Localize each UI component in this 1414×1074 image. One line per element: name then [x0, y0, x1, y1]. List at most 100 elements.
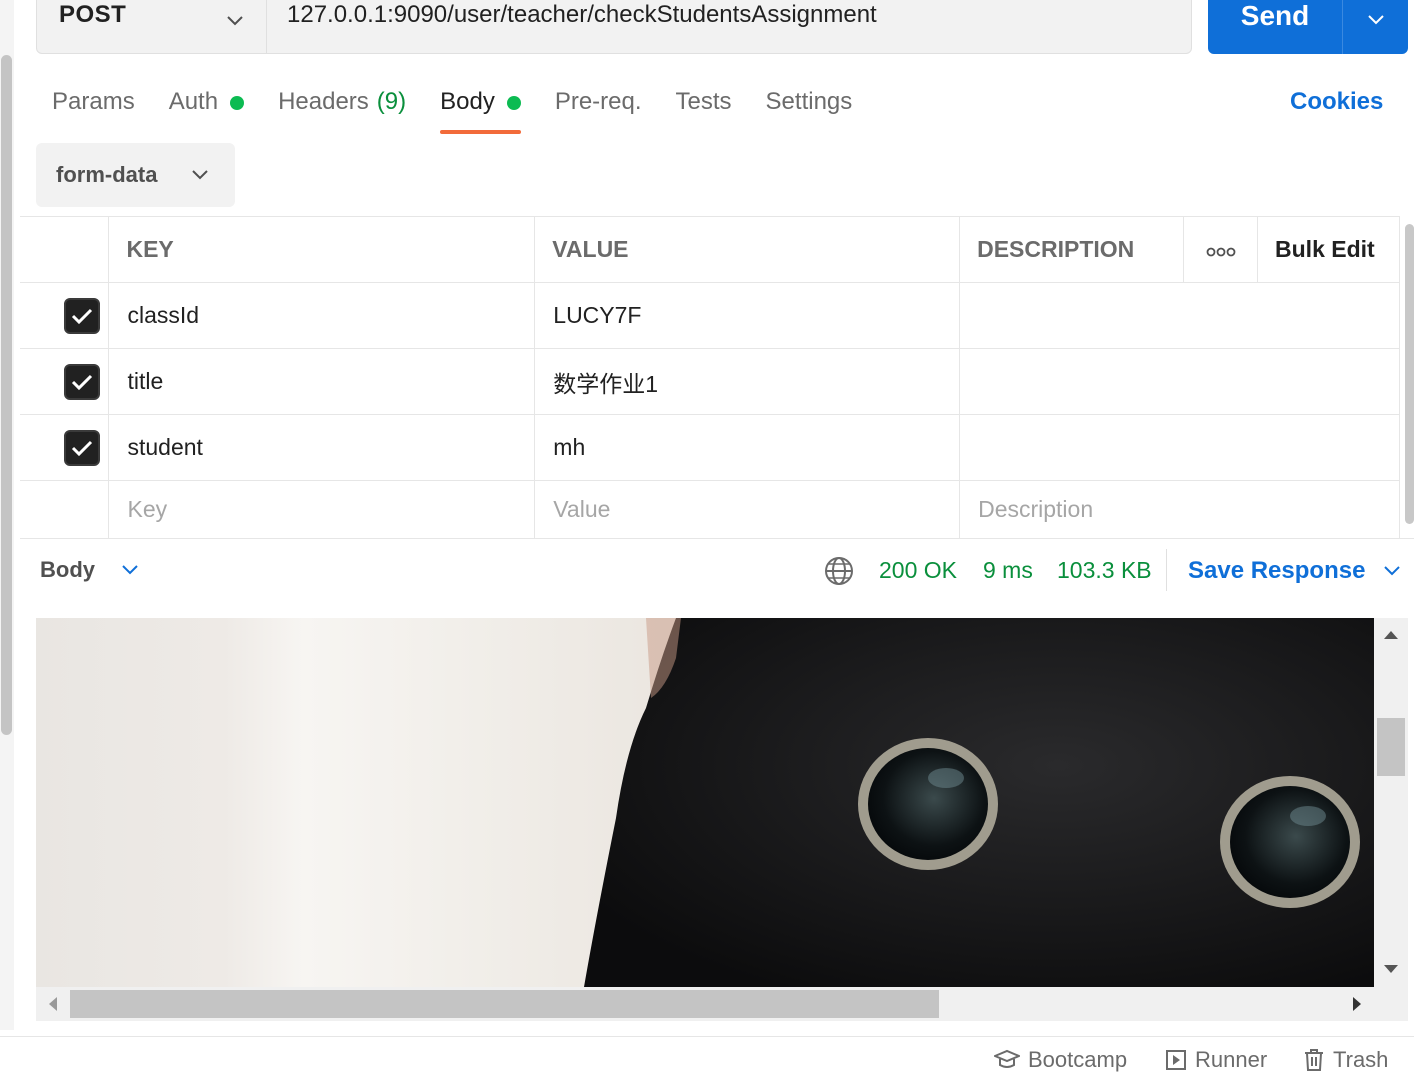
tab-params[interactable]: Params [52, 84, 135, 134]
response-view-label: Body [40, 557, 95, 582]
globe-icon[interactable] [824, 556, 854, 586]
divider [1166, 549, 1167, 591]
save-response-label: Save Response [1188, 557, 1366, 584]
body-type-select[interactable]: form-data [36, 143, 235, 207]
status-dot [230, 96, 245, 110]
row-check-cell [20, 348, 110, 415]
key-cell[interactable]: student [108, 414, 536, 481]
send-options-button[interactable] [1343, 14, 1408, 54]
value-cell[interactable]: mh [534, 414, 961, 481]
tab-label: Body [440, 88, 495, 115]
tab-label: Settings [765, 88, 853, 115]
key-placeholder[interactable]: Key [108, 480, 536, 539]
description-cell[interactable] [959, 282, 1400, 349]
tab-label: Auth [168, 88, 219, 115]
arrow-left-icon[interactable] [48, 996, 58, 1012]
new-row: Key Value Description [20, 480, 1400, 539]
tab-label: Params [52, 88, 135, 115]
response-image [36, 618, 1374, 987]
chevron-down-icon [122, 565, 138, 575]
viewer-vertical-scrollbar[interactable] [1374, 618, 1408, 987]
arrow-up-icon[interactable] [1383, 630, 1399, 640]
status-footer: Bootcamp Runner Trash [0, 1036, 1414, 1074]
response-image-viewer [36, 618, 1408, 1021]
tab-auth[interactable]: Auth [168, 84, 245, 134]
row-checkbox[interactable] [64, 297, 100, 334]
save-response-button[interactable]: Save Response [1188, 557, 1401, 585]
row-check-cell [20, 282, 110, 349]
outer-scrollbar-thumb[interactable] [1, 55, 12, 735]
response-bar: Body 200 OK 9 ms 103.3 KB Save Response [20, 538, 1414, 602]
table-scrollbar[interactable] [1405, 224, 1414, 524]
row-check-cell [20, 414, 110, 481]
method-select[interactable]: POST [37, 0, 267, 53]
value-cell[interactable]: 数学作业1 [534, 348, 961, 415]
tab-label: Tests [675, 88, 732, 115]
runner-label: Runner [1195, 1047, 1268, 1072]
status-code[interactable]: 200 OK [879, 557, 957, 584]
table-row: title 数学作业1 [20, 348, 1400, 415]
bootcamp-label: Bootcamp [1028, 1047, 1128, 1072]
cat-photo [36, 618, 1374, 987]
description-placeholder[interactable]: Description [959, 480, 1400, 539]
table-row: student mh [20, 414, 1400, 481]
response-size[interactable]: 103.3 KB [1057, 557, 1152, 584]
send-button[interactable]: Send [1208, 0, 1342, 54]
row-check-cell [20, 480, 110, 539]
key-cell[interactable]: classId [108, 282, 536, 349]
chevron-down-icon [1367, 15, 1384, 25]
key-cell[interactable]: title [108, 348, 536, 415]
bootcamp-button[interactable]: Bootcamp [994, 1047, 1127, 1073]
runner-button[interactable]: Runner [1165, 1047, 1267, 1073]
request-tabs: Params Auth Headers (9) Body Pre-req. Tes… [52, 84, 886, 134]
arrow-down-icon[interactable] [1383, 964, 1399, 974]
header-description: DESCRIPTION [959, 216, 1185, 283]
tab-label: Headers [278, 88, 369, 115]
header-value: VALUE [534, 216, 961, 283]
response-time[interactable]: 9 ms [983, 557, 1033, 584]
checkmark-icon [71, 308, 93, 324]
response-view-select[interactable]: Body [40, 557, 139, 583]
chevron-down-icon [227, 16, 243, 26]
outer-scrollbar[interactable] [0, 0, 14, 1030]
tab-tests[interactable]: Tests [676, 84, 732, 134]
value-placeholder[interactable]: Value [534, 480, 961, 539]
table-row: classId LUCY7F [20, 282, 1400, 349]
chevron-down-icon [192, 170, 208, 180]
status-dot [506, 96, 521, 110]
viewer-horizontal-scrollbar[interactable] [36, 987, 1374, 1021]
value-cell[interactable]: LUCY7F [534, 282, 961, 349]
url-input[interactable]: 127.0.0.1:9090/user/teacher/checkStudent… [267, 0, 1191, 53]
play-box-icon [1166, 1050, 1186, 1070]
column-options-button[interactable] [1183, 216, 1259, 283]
tab-headers[interactable]: Headers (9) [278, 84, 406, 134]
arrow-right-icon[interactable] [1352, 996, 1362, 1012]
tab-settings[interactable]: Settings [766, 84, 853, 134]
description-cell[interactable] [959, 348, 1400, 415]
graduation-cap-icon [994, 1049, 1020, 1068]
tab-body[interactable]: Body [440, 84, 521, 134]
description-cell[interactable] [959, 414, 1400, 481]
header-key: KEY [108, 216, 536, 283]
trash-button[interactable]: Trash [1303, 1047, 1388, 1073]
checkmark-icon [71, 374, 93, 390]
method-label: POST [59, 1, 127, 28]
trash-icon [1305, 1049, 1323, 1071]
viewer-vertical-thumb[interactable] [1377, 718, 1405, 776]
row-checkbox[interactable] [64, 429, 100, 466]
viewer-horizontal-thumb[interactable] [70, 990, 939, 1018]
tab-pre-request[interactable]: Pre-req. [555, 84, 642, 134]
cookies-link[interactable]: Cookies [1290, 88, 1383, 116]
form-data-table: KEY VALUE DESCRIPTION Bulk Edit classId … [20, 216, 1400, 539]
bulk-edit-button[interactable]: Bulk Edit [1257, 216, 1400, 283]
row-checkbox[interactable] [64, 363, 100, 400]
more-horizontal-icon [1206, 247, 1235, 257]
tab-label: Pre-req. [554, 88, 642, 115]
body-type-label: form-data [56, 162, 158, 187]
header-check [20, 216, 110, 283]
header-count: (9) [376, 88, 407, 115]
trash-label: Trash [1333, 1047, 1389, 1072]
chevron-down-icon [1384, 566, 1401, 576]
request-bar: POST 127.0.0.1:9090/user/teacher/checkSt… [36, 0, 1192, 54]
table-header-row: KEY VALUE DESCRIPTION Bulk Edit [20, 216, 1400, 283]
